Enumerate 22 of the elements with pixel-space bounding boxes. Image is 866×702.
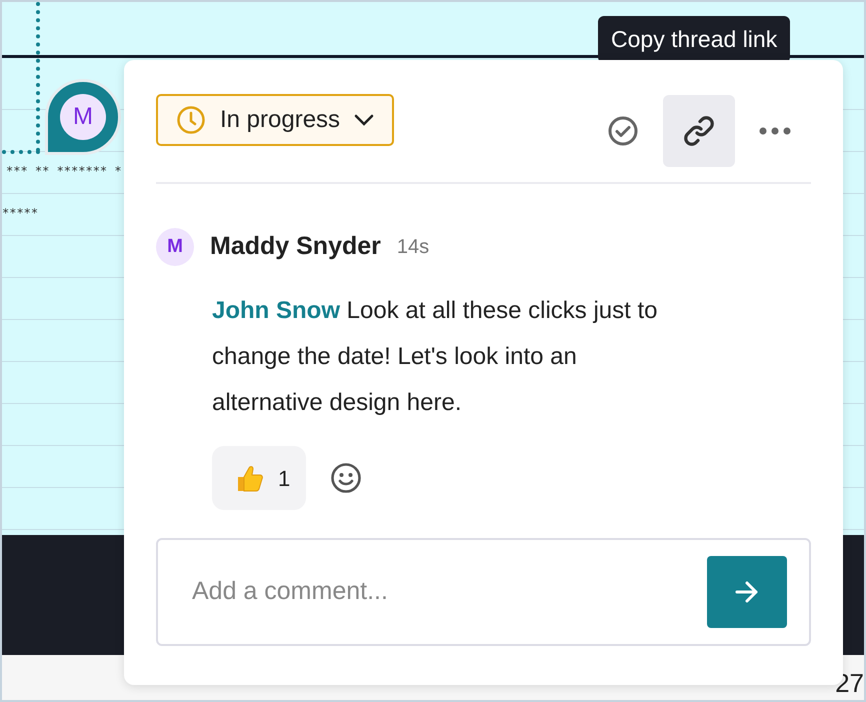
send-button[interactable] (707, 556, 787, 628)
status-dropdown[interactable]: In progress (156, 94, 394, 146)
arrow-right-icon (735, 581, 759, 603)
mention-link[interactable]: John Snow (212, 297, 340, 324)
check-circle-icon (607, 115, 639, 147)
avatar: M (156, 228, 194, 266)
author-name: Maddy Snyder (210, 231, 381, 262)
reaction-button[interactable]: 1 (212, 446, 306, 510)
more-icon (759, 127, 791, 135)
chevron-down-icon (354, 114, 374, 126)
tooltip: Copy thread link (598, 16, 790, 62)
timestamp: 14s (396, 235, 430, 260)
comment-pin[interactable]: M (45, 79, 121, 155)
masked-text: ***** (2, 206, 38, 220)
link-icon (682, 114, 716, 148)
clock-icon (176, 105, 206, 135)
comment-text: John Snow Look at all these clicks just to change the date! Let's look into an alternative design here. (212, 296, 658, 418)
add-emoji-icon[interactable] (330, 462, 362, 494)
copy-link-button[interactable] (663, 95, 735, 167)
masked-text: *** ** ******* * (6, 164, 122, 178)
avatar: M (60, 94, 106, 140)
comment-field[interactable]: Add a comment... (156, 538, 811, 646)
